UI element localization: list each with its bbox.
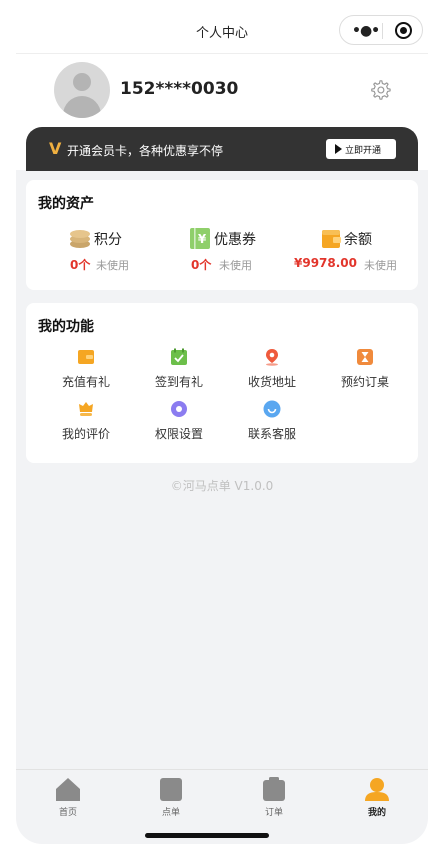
user-phone: 152****0030 bbox=[120, 79, 239, 99]
vip-badge-icon: V bbox=[49, 139, 62, 158]
func-reserve-label: 预约订桌 bbox=[340, 375, 389, 389]
func-service[interactable]: 联系客服 bbox=[232, 400, 312, 441]
profile-header: 152****0030 V 开通会员卡，各种优惠享不停 立即开通 bbox=[16, 54, 428, 171]
more-icon[interactable]: •●• bbox=[352, 23, 380, 39]
service-icon bbox=[263, 400, 281, 418]
func-review[interactable]: 我的评价 bbox=[46, 400, 126, 441]
coins-icon bbox=[70, 230, 90, 248]
assets-title: 我的资产 bbox=[38, 196, 94, 212]
vip-open-button-label: 立即开通 bbox=[345, 146, 382, 156]
asset-points-value: 0个 bbox=[70, 258, 91, 272]
mini-program-capsule: •●• bbox=[339, 15, 423, 45]
wallet-icon bbox=[322, 230, 341, 248]
asset-coupons-value: 0个 bbox=[191, 258, 212, 272]
vip-open-button[interactable]: 立即开通 bbox=[326, 139, 396, 159]
asset-balance[interactable]: 余额 ¥9978.00 未使用 bbox=[294, 226, 414, 276]
func-service-label: 联系客服 bbox=[247, 427, 296, 441]
asset-points-sub: 未使用 bbox=[96, 259, 129, 272]
permission-icon bbox=[171, 401, 187, 417]
func-address[interactable]: 收货地址 bbox=[232, 348, 312, 389]
func-recharge-label: 充值有礼 bbox=[61, 375, 110, 389]
asset-coupons-sub: 未使用 bbox=[219, 259, 252, 272]
func-checkin[interactable]: 签到有礼 bbox=[139, 348, 219, 389]
asset-coupons-label: 优惠券 bbox=[214, 232, 256, 248]
orders-icon bbox=[263, 777, 285, 801]
nav-bar: 个人中心 •●• bbox=[16, 0, 428, 54]
func-review-label: 我的评价 bbox=[61, 427, 110, 441]
hourglass-icon bbox=[357, 349, 373, 365]
avatar-body-shape bbox=[63, 96, 101, 118]
avatar[interactable] bbox=[54, 62, 110, 118]
recharge-icon bbox=[78, 350, 94, 364]
func-permission[interactable]: 权限设置 bbox=[139, 400, 219, 441]
functions-title: 我的功能 bbox=[38, 319, 94, 335]
vip-banner-text: 开通会员卡，各种优惠享不停 bbox=[67, 144, 224, 158]
phone-frame: 个人中心 •●• 152****0030 V 开通会员卡，各种优惠享不停 立即开… bbox=[0, 0, 428, 844]
play-icon bbox=[335, 144, 342, 154]
tab-orders[interactable]: 订单 bbox=[224, 770, 324, 820]
gear-icon[interactable] bbox=[369, 79, 391, 101]
func-recharge[interactable]: 充值有礼 bbox=[46, 348, 126, 389]
home-indicator[interactable] bbox=[145, 833, 269, 838]
asset-balance-value: ¥9978.00 bbox=[294, 256, 358, 270]
tab-bar: 首页 点单 订单 我的 bbox=[16, 769, 428, 819]
copyright-text: ©河马点单 V1.0.0 bbox=[170, 479, 274, 493]
location-icon bbox=[266, 349, 278, 366]
vip-banner[interactable]: V 开通会员卡，各种优惠享不停 立即开通 bbox=[26, 127, 418, 171]
asset-points[interactable]: 积分 0个 未使用 bbox=[68, 226, 188, 276]
tab-home-label: 首页 bbox=[58, 808, 77, 818]
tab-home[interactable]: 首页 bbox=[18, 770, 118, 820]
avatar-head-shape bbox=[73, 73, 91, 91]
asset-points-label: 积分 bbox=[94, 232, 122, 248]
tab-order-menu[interactable]: 点单 bbox=[121, 770, 221, 820]
asset-balance-sub: 未使用 bbox=[364, 259, 397, 272]
assets-card: 我的资产 积分 0个 未使用 ¥ 优惠券 0个 未使用 余额 ¥9978.00 … bbox=[26, 180, 418, 290]
func-reserve[interactable]: 预约订桌 bbox=[325, 348, 405, 389]
func-permission-label: 权限设置 bbox=[154, 427, 203, 441]
user-icon bbox=[365, 778, 389, 801]
svg-text:¥: ¥ bbox=[198, 232, 207, 246]
tab-mine[interactable]: 我的 bbox=[327, 770, 427, 820]
close-program-icon[interactable] bbox=[395, 22, 412, 39]
capsule-divider bbox=[382, 23, 383, 39]
coupon-icon: ¥ bbox=[190, 228, 210, 249]
checkin-icon bbox=[171, 348, 187, 365]
func-address-label: 收货地址 bbox=[247, 375, 296, 389]
asset-coupons[interactable]: ¥ 优惠券 0个 未使用 bbox=[188, 226, 308, 276]
tab-order-menu-label: 点单 bbox=[161, 808, 180, 818]
home-icon bbox=[56, 778, 80, 801]
tab-mine-label: 我的 bbox=[367, 808, 386, 818]
func-checkin-label: 签到有礼 bbox=[154, 375, 203, 389]
order-menu-icon bbox=[160, 778, 182, 801]
functions-card: 我的功能 充值有礼 签到有礼 收货地址 预约订桌 我的评价 权限设置 联系客服 bbox=[26, 303, 418, 463]
tab-orders-label: 订单 bbox=[264, 808, 283, 818]
review-icon bbox=[79, 402, 93, 416]
app-screen: 个人中心 •●• 152****0030 V 开通会员卡，各种优惠享不停 立即开… bbox=[16, 0, 428, 844]
asset-balance-label: 余额 bbox=[344, 232, 372, 248]
